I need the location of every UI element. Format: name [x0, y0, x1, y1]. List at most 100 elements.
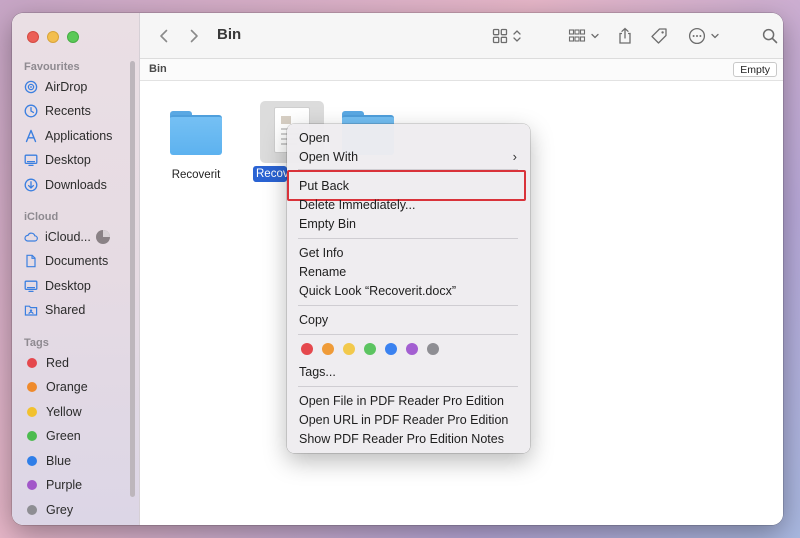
downloads-icon [24, 178, 38, 192]
sidebar-item-label: Applications [45, 129, 113, 143]
sidebar-tag-yellow[interactable]: Yellow [24, 401, 134, 423]
group-button[interactable] [568, 24, 600, 48]
sidebar-section-icloud: iCloud [24, 211, 59, 223]
menu-item-quick-look[interactable]: Quick Look “Recoverit.docx” [299, 281, 521, 300]
folder-recoverit[interactable] [170, 111, 222, 155]
file-label: Recoverit [171, 169, 221, 181]
green-tag-icon [27, 431, 37, 441]
menu-item-open-file-pdf-reader[interactable]: Open File in PDF Reader Pro Edition [299, 391, 521, 410]
empty-bin-button[interactable]: Empty [733, 62, 777, 77]
sidebar-item-label: AirDrop [45, 80, 88, 94]
red-tag-icon[interactable] [301, 343, 313, 355]
sidebar: Favourites AirDrop Recents Applications … [12, 13, 140, 525]
sidebar-item-icloud-desktop[interactable]: Desktop [24, 275, 134, 297]
search-icon [762, 28, 778, 44]
clock-icon [24, 104, 38, 118]
back-button[interactable] [158, 24, 170, 48]
purple-tag-icon[interactable] [406, 343, 418, 355]
sidebar-item-label: Blue [46, 454, 72, 468]
tag-button[interactable] [650, 24, 668, 48]
menu-item-rename[interactable]: Rename [299, 262, 521, 281]
sidebar-item-label: Grey [46, 503, 74, 517]
blue-tag-icon [27, 456, 37, 466]
sidebar-item-label: iCloud... [45, 230, 91, 244]
sidebar-item-airdrop[interactable]: AirDrop [24, 76, 134, 98]
sidebar-item-icloud-drive[interactable]: iCloud... [24, 226, 134, 248]
selected-file-label[interactable]: Recov [253, 166, 287, 182]
sidebar-tag-red[interactable]: Red [24, 352, 134, 374]
sidebar-section-tags: Tags [24, 337, 49, 349]
applications-icon [24, 129, 38, 143]
sidebar-item-recents[interactable]: Recents [24, 100, 134, 122]
menu-item-empty-bin[interactable]: Empty Bin [299, 214, 521, 233]
sidebar-tag-orange[interactable]: Orange [24, 376, 134, 398]
sidebar-tag-grey[interactable]: Grey [24, 499, 134, 521]
ellipsis-circle-icon [688, 27, 706, 45]
window-controls [27, 31, 79, 43]
menu-item-tags[interactable]: Tags... [299, 362, 521, 381]
menu-item-copy[interactable]: Copy [299, 310, 521, 329]
chevron-right-icon: › [512, 149, 517, 164]
chevron-down-icon [711, 33, 719, 39]
desktop-icon [24, 279, 38, 293]
document-icon [24, 254, 38, 268]
sidebar-scrollbar[interactable] [130, 61, 135, 497]
search-button[interactable] [762, 24, 778, 48]
up-down-chevron-icon [513, 30, 521, 42]
sidebar-item-label: Orange [46, 380, 88, 394]
forward-button[interactable] [188, 24, 200, 48]
red-tag-icon [27, 358, 37, 368]
sidebar-tag-purple[interactable]: Purple [24, 474, 134, 496]
minimize-button[interactable] [47, 31, 59, 43]
sidebar-item-label: Yellow [46, 405, 82, 419]
yellow-tag-icon [27, 407, 37, 417]
menu-item-show-pdf-notes[interactable]: Show PDF Reader Pro Edition Notes [299, 429, 521, 448]
shared-folder-icon [24, 303, 38, 317]
zoom-button[interactable] [67, 31, 79, 43]
menu-item-open-url-pdf-reader[interactable]: Open URL in PDF Reader Pro Edition [299, 410, 521, 429]
orange-tag-icon [27, 382, 37, 392]
menu-item-get-info[interactable]: Get Info [299, 243, 521, 262]
sidebar-item-label: Desktop [45, 153, 91, 167]
share-button[interactable] [617, 24, 633, 48]
more-actions-button[interactable] [688, 24, 720, 48]
chevron-left-icon [160, 29, 168, 43]
menu-separator [298, 305, 518, 306]
sidebar-item-label: Red [46, 356, 69, 370]
desktop-icon [24, 153, 38, 167]
sidebar-item-desktop[interactable]: Desktop [24, 149, 134, 171]
green-tag-icon[interactable] [364, 343, 376, 355]
menu-separator [298, 238, 518, 239]
group-icon [568, 29, 586, 42]
chevron-down-icon [591, 33, 599, 39]
menu-item-open-with[interactable]: Open With › [299, 147, 521, 166]
share-icon [619, 27, 631, 44]
sidebar-item-downloads[interactable]: Downloads [24, 174, 134, 196]
sidebar-item-label: Desktop [45, 279, 91, 293]
yellow-tag-icon[interactable] [343, 343, 355, 355]
bin-header-bar: Bin Empty [140, 59, 783, 81]
blue-tag-icon[interactable] [385, 343, 397, 355]
sidebar-item-documents[interactable]: Documents [24, 250, 134, 272]
menu-separator [298, 334, 518, 335]
sidebar-tag-green[interactable]: Green [24, 425, 134, 447]
sidebar-item-label: Green [46, 429, 81, 443]
orange-tag-icon[interactable] [322, 343, 334, 355]
menu-item-open[interactable]: Open [299, 128, 521, 147]
sidebar-tag-blue[interactable]: Blue [24, 450, 134, 472]
menu-item-delete-immediately[interactable]: Delete Immediately... [299, 195, 521, 214]
grey-tag-icon[interactable] [427, 343, 439, 355]
sidebar-item-label: Purple [46, 478, 83, 492]
sidebar-item-shared[interactable]: Shared [24, 299, 134, 321]
close-button[interactable] [27, 31, 39, 43]
sidebar-item-applications[interactable]: Applications [24, 125, 134, 147]
chevron-right-icon [190, 29, 198, 43]
menu-item-label: Open With [299, 149, 359, 164]
sidebar-item-label: Shared [45, 303, 86, 317]
view-options-button[interactable] [492, 24, 522, 48]
toolbar: Bin [140, 13, 783, 59]
cloud-icon [24, 230, 38, 244]
grid-view-icon [492, 28, 508, 44]
window-title: Bin [217, 26, 242, 43]
context-menu: Open Open With › Put Back Delete Immedia… [287, 124, 530, 453]
